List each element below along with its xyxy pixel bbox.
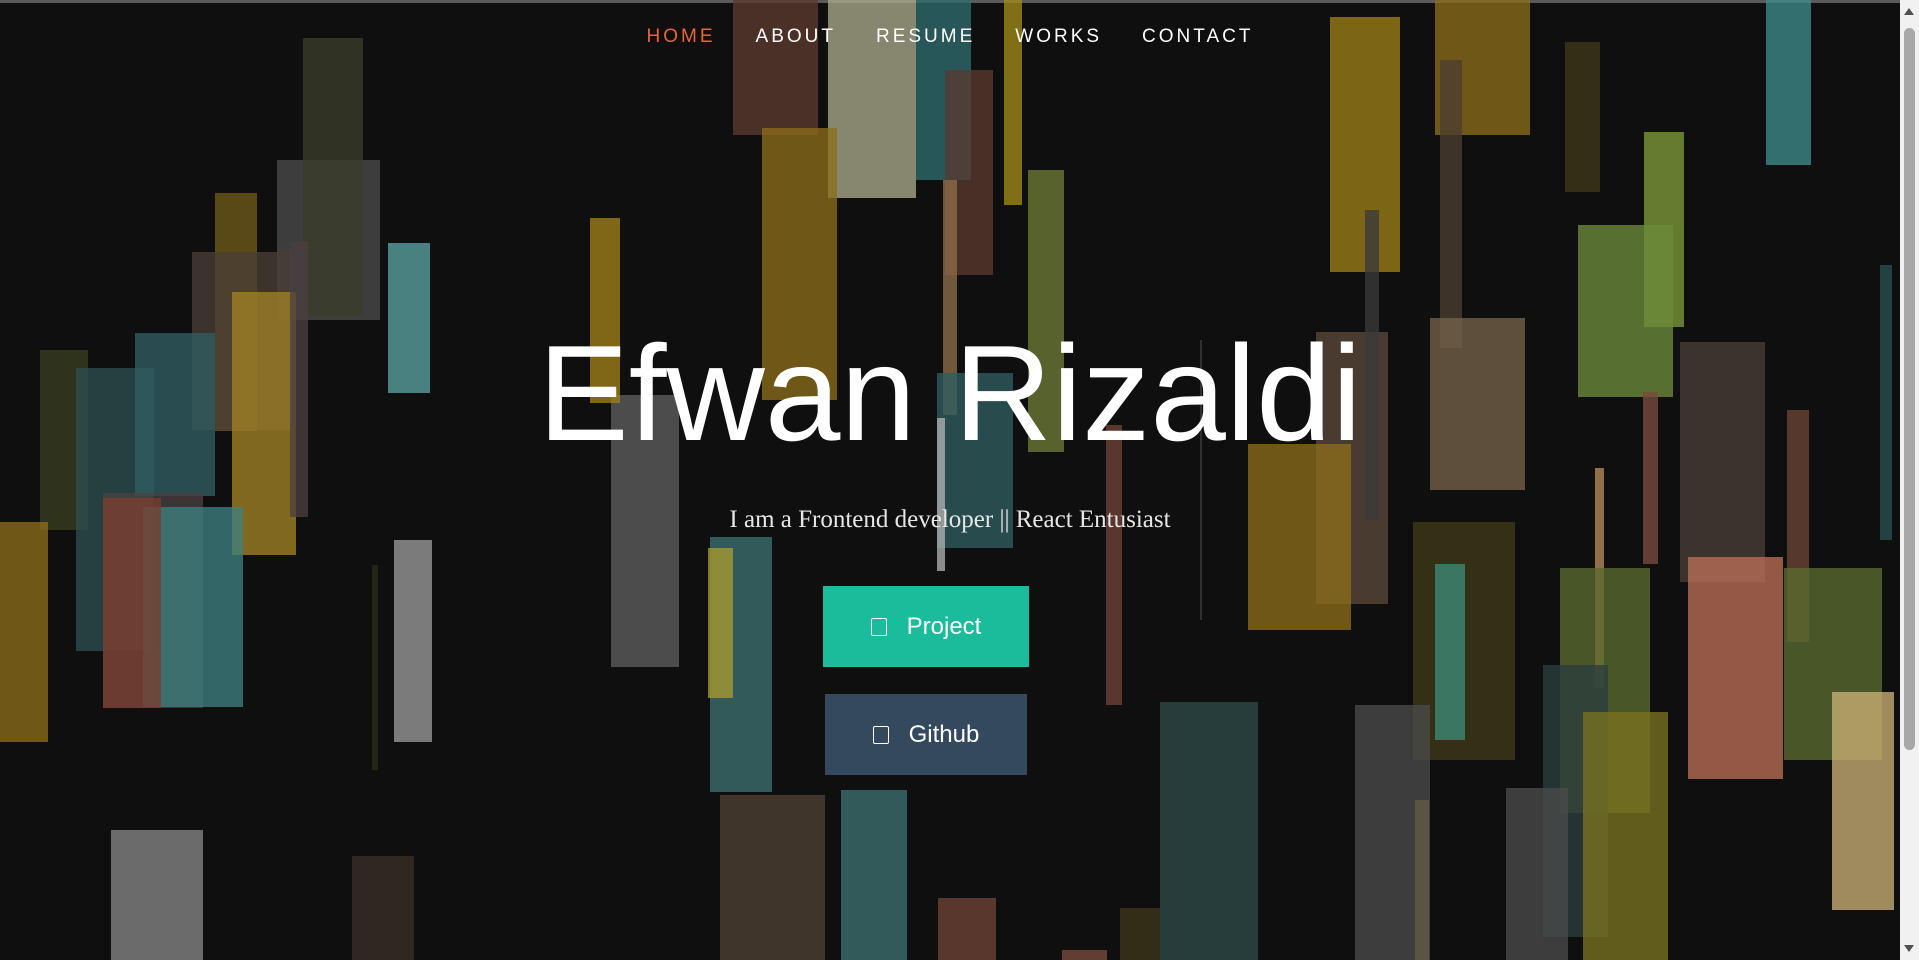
github-button[interactable]: Github [825,694,1027,775]
github-icon [872,725,889,744]
background-rect [0,522,48,742]
background-rect [1120,908,1160,960]
background-rect [841,790,907,960]
background-rect [938,898,996,960]
background-rect [1832,692,1894,910]
project-button-label: Project [906,612,982,640]
background-rect [303,38,363,316]
background-rect [1688,557,1783,779]
project-button[interactable]: Project [823,586,1029,667]
github-button-label: Github [908,720,980,748]
background-rect [733,0,818,135]
scrollbar-thumb[interactable] [1904,28,1915,750]
background-rect [372,565,378,770]
background-rect [1440,60,1462,348]
scrollbar[interactable] [1900,0,1919,960]
background-rect [1355,705,1430,960]
background-rect [1160,702,1258,960]
scroll-down-arrow-icon[interactable] [1904,945,1914,952]
book-icon [870,617,887,636]
background-rect [1248,444,1351,630]
background-rect [394,540,432,742]
background-rect [1766,0,1811,165]
background-rect [1506,788,1568,960]
nav-home[interactable]: HOME [647,26,716,48]
background-rect [1435,564,1465,740]
background-rect [708,548,733,698]
hero-subtitle: I am a Frontend developer || React Entus… [729,506,1171,533]
background-rect [1583,712,1668,960]
nav-works[interactable]: WORKS [1015,26,1102,48]
scroll-up-arrow-icon[interactable] [1904,8,1914,15]
hero-title: Efwan Rizaldi [538,317,1362,469]
background-rect [1565,42,1600,192]
animated-background [0,0,1900,960]
background-rect [720,795,825,960]
nav-resume[interactable]: RESUME [876,26,975,48]
nav-about[interactable]: ABOUT [756,26,836,48]
background-rect [111,830,203,960]
background-rect [1062,950,1107,960]
background-rect [352,856,414,960]
main-nav: HOME ABOUT RESUME WORKS CONTACT [0,26,1900,48]
nav-contact[interactable]: CONTACT [1142,26,1253,48]
